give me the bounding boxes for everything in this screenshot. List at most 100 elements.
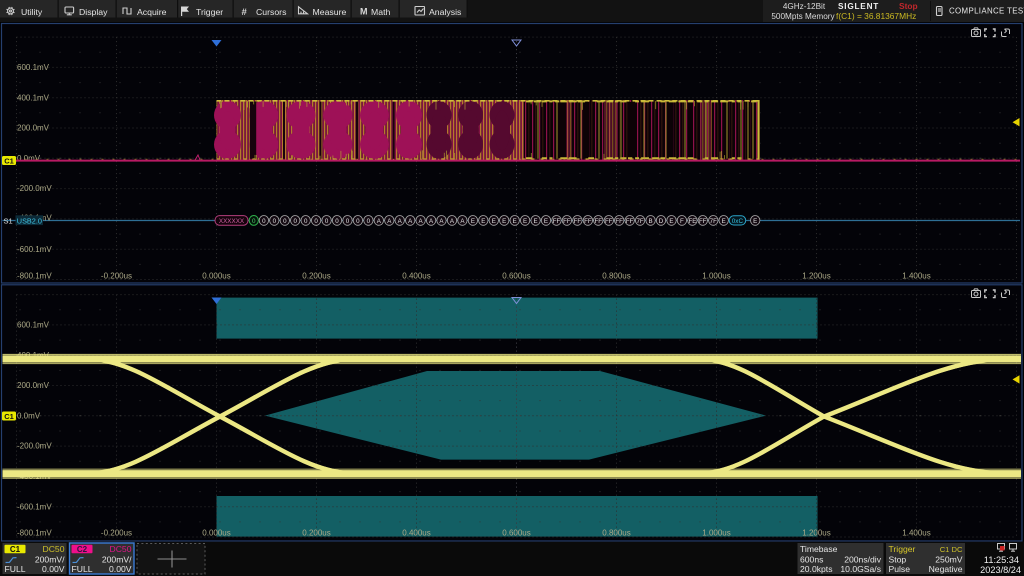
svg-text:0: 0	[262, 218, 266, 225]
svg-text:C1: C1	[4, 412, 14, 421]
svg-text:0.600us: 0.600us	[502, 272, 530, 281]
svg-text:-0.200us: -0.200us	[101, 529, 132, 538]
svg-text:4GHz-12Bit: 4GHz-12Bit	[783, 2, 826, 11]
svg-text:20.0kpts: 20.0kpts	[800, 564, 833, 574]
svg-text:0: 0	[325, 218, 329, 225]
svg-text:7F: 7F	[636, 218, 643, 225]
svg-text:600.1mV: 600.1mV	[17, 321, 50, 330]
svg-text:FF: FF	[574, 218, 582, 225]
svg-text:1.400us: 1.400us	[902, 529, 930, 538]
svg-text:0.00V: 0.00V	[42, 564, 65, 574]
svg-text:0.0mV: 0.0mV	[17, 411, 41, 420]
svg-text:Timebase: Timebase	[800, 544, 838, 554]
svg-text:E: E	[492, 218, 496, 225]
svg-text:-600.1mV: -600.1mV	[17, 502, 52, 511]
svg-text:200.0mV: 200.0mV	[17, 381, 50, 390]
svg-text:0: 0	[367, 218, 371, 225]
svg-text:Measure: Measure	[313, 7, 347, 17]
svg-text:S1: S1	[4, 216, 13, 225]
svg-text:FF: FF	[615, 218, 623, 225]
svg-text:E: E	[753, 218, 757, 225]
svg-text:0.800us: 0.800us	[602, 529, 630, 538]
svg-text:F: F	[680, 218, 684, 225]
svg-text:600.1mV: 600.1mV	[17, 63, 50, 72]
svg-text:FF: FF	[553, 218, 561, 225]
svg-text:1.000us: 1.000us	[702, 272, 730, 281]
svg-text:XXXXXX: XXXXXX	[219, 218, 245, 225]
svg-text:M: M	[360, 7, 368, 17]
svg-text:C1: C1	[10, 545, 21, 554]
svg-text:500Mpts Memory: 500Mpts Memory	[771, 12, 835, 21]
svg-text:0.000us: 0.000us	[202, 529, 230, 538]
svg-text:E: E	[502, 218, 506, 225]
svg-text:#: #	[242, 7, 248, 18]
svg-text:-600.1mV: -600.1mV	[17, 245, 52, 254]
svg-text:C1 DC: C1 DC	[940, 545, 963, 554]
svg-text:0.400us: 0.400us	[402, 272, 430, 281]
svg-text:1.400us: 1.400us	[902, 272, 930, 281]
svg-text:Display: Display	[79, 7, 108, 17]
svg-text:0: 0	[273, 218, 277, 225]
svg-text:10.0GSa/s: 10.0GSa/s	[840, 564, 881, 574]
svg-text:f(C1) = 36.81367MHz: f(C1) = 36.81367MHz	[836, 11, 916, 21]
svg-text:-200.0mV: -200.0mV	[17, 184, 52, 193]
svg-text:-200.0mV: -200.0mV	[17, 442, 52, 451]
svg-text:DC50: DC50	[110, 544, 132, 554]
svg-text:B: B	[649, 218, 653, 225]
svg-text:FF: FF	[626, 218, 634, 225]
svg-text:FF: FF	[563, 218, 571, 225]
svg-text:Math: Math	[371, 7, 390, 17]
svg-text:FULL: FULL	[72, 564, 93, 574]
svg-text:C2: C2	[77, 545, 88, 554]
svg-text:E: E	[722, 218, 726, 225]
svg-text:1.000us: 1.000us	[702, 529, 730, 538]
svg-text:0: 0	[314, 218, 318, 225]
svg-text:Analysis: Analysis	[429, 7, 462, 17]
svg-text:0.200us: 0.200us	[302, 529, 330, 538]
svg-text:Trigger: Trigger	[889, 544, 916, 554]
svg-text:0: 0	[293, 218, 297, 225]
svg-text:FF: FF	[605, 218, 613, 225]
svg-text:Pulse: Pulse	[889, 564, 911, 574]
svg-text:SIGLENT: SIGLENT	[838, 2, 879, 11]
svg-text:Trigger: Trigger	[196, 7, 223, 17]
svg-text:E: E	[471, 218, 475, 225]
svg-text:FE: FE	[688, 218, 696, 225]
svg-text:0: 0	[283, 218, 287, 225]
svg-text:FF: FF	[699, 218, 707, 225]
svg-text:200.0mV: 200.0mV	[17, 124, 50, 133]
svg-text:DC50: DC50	[43, 544, 65, 554]
svg-text:7F: 7F	[710, 218, 717, 225]
svg-text:Acquire: Acquire	[137, 7, 167, 17]
svg-text:-800.1mV: -800.1mV	[17, 272, 52, 281]
svg-text:0.600us: 0.600us	[502, 529, 530, 538]
svg-text:-800.1mV: -800.1mV	[17, 529, 52, 538]
svg-text:E: E	[513, 218, 517, 225]
svg-text:1.200us: 1.200us	[802, 529, 830, 538]
svg-text:0.200us: 0.200us	[302, 272, 330, 281]
svg-text:Cursors: Cursors	[256, 7, 287, 17]
svg-text:0: 0	[335, 218, 339, 225]
svg-text:0: 0	[304, 218, 308, 225]
svg-text:Stop: Stop	[899, 1, 918, 11]
svg-text:1.200us: 1.200us	[802, 272, 830, 281]
svg-text:COMPLIANCE TEST: COMPLIANCE TEST	[949, 7, 1024, 16]
svg-text:2023/8/24: 2023/8/24	[980, 565, 1021, 575]
svg-text:400.1mV: 400.1mV	[17, 93, 50, 102]
svg-text:FF: FF	[584, 218, 592, 225]
svg-text:E: E	[534, 218, 538, 225]
svg-text:0.00V: 0.00V	[109, 564, 132, 574]
svg-text:0.800us: 0.800us	[602, 272, 630, 281]
svg-text:USB2.0: USB2.0	[17, 216, 42, 225]
svg-text:E: E	[544, 218, 548, 225]
svg-text:-0.200us: -0.200us	[101, 272, 132, 281]
svg-text:0.000us: 0.000us	[202, 272, 230, 281]
svg-text:Negative: Negative	[929, 564, 963, 574]
svg-text:C1: C1	[4, 156, 14, 165]
svg-text:0: 0	[346, 218, 350, 225]
svg-text:FULL: FULL	[5, 564, 26, 574]
svg-text:0.400us: 0.400us	[402, 529, 430, 538]
svg-text:0xC: 0xC	[732, 218, 744, 225]
svg-text:E: E	[481, 218, 485, 225]
svg-text:D: D	[659, 218, 664, 225]
